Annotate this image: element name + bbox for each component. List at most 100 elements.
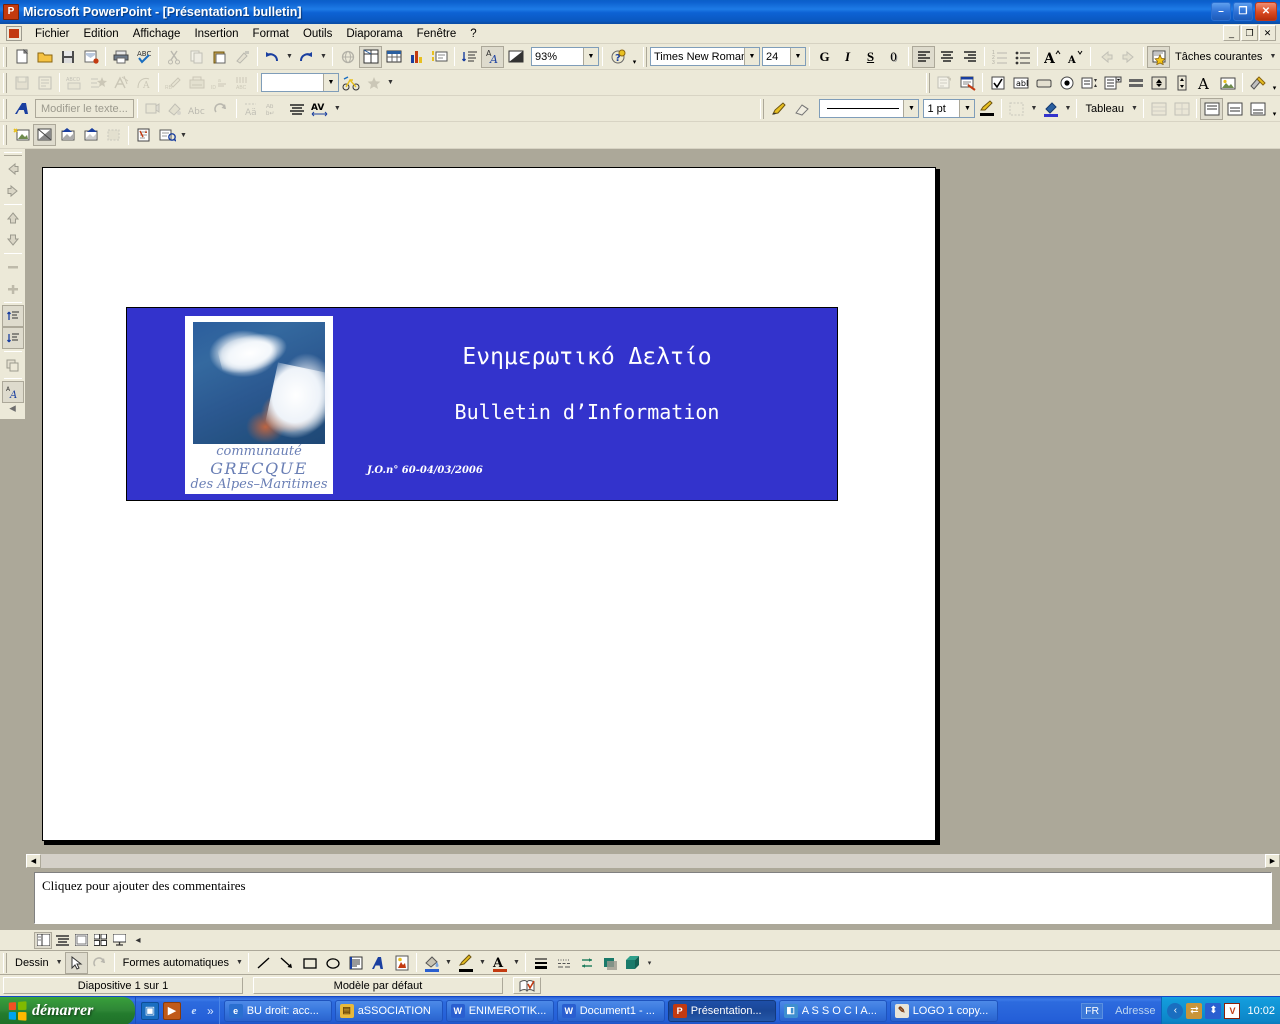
outline-view-icon[interactable] (53, 932, 71, 949)
scroll-icon[interactable] (1170, 72, 1193, 94)
grayscale-icon[interactable] (504, 46, 527, 68)
bold-button[interactable]: G (813, 46, 836, 68)
merge-cells-icon[interactable] (1147, 98, 1170, 120)
formatting-toolbar-grip[interactable] (643, 46, 647, 67)
tables-toolbar-grip[interactable] (760, 98, 765, 119)
zoom-dropdown-arrow[interactable]: ▼ (583, 48, 598, 65)
menu-item-edition[interactable]: Edition (77, 26, 126, 42)
wrap-text-icon[interactable]: Ab b↵ (263, 98, 286, 120)
button-icon[interactable] (1032, 72, 1055, 94)
mail-icon[interactable] (79, 46, 102, 68)
shading-icon[interactable] (1039, 98, 1062, 120)
vertical-toolbar-overflow[interactable]: ◂ (2, 400, 24, 415)
dash-style-icon[interactable] (552, 952, 575, 974)
expand-all-icon[interactable] (1, 327, 24, 349)
edit-text-button[interactable]: Modifier le texte... (35, 99, 134, 118)
free-rotate-icon[interactable] (88, 952, 111, 974)
save-icon[interactable] (56, 46, 79, 68)
save-view-icon[interactable] (10, 72, 33, 94)
toolbar-grip[interactable] (3, 46, 7, 67)
line-icon[interactable] (252, 952, 275, 974)
abc-bars-icon[interactable]: ABC (231, 72, 254, 94)
align-bottom-icon[interactable] (1246, 98, 1269, 120)
doc-minimize-button[interactable]: _ (1223, 25, 1240, 41)
task-button[interactable]: ▤ aSSOCIATION (334, 999, 443, 1022)
bike-icon[interactable] (339, 72, 362, 94)
properties-icon[interactable] (933, 72, 956, 94)
menu-item-aide[interactable]: ? (463, 26, 483, 42)
reviewing-toolbar-grip[interactable] (3, 72, 7, 93)
task-button-active[interactable]: P Présentation... (667, 999, 776, 1022)
fill-color-icon[interactable] (420, 952, 443, 974)
arrow-style-icon[interactable] (575, 952, 598, 974)
print-icon[interactable] (109, 46, 132, 68)
id-icon[interactable]: ID a (208, 72, 231, 94)
line-weight-arrow[interactable]: ▼ (959, 100, 975, 117)
recolor-icon[interactable] (132, 124, 155, 146)
wordart-icon[interactable]: A (132, 72, 155, 94)
prev-icon[interactable] (2, 158, 24, 180)
vertical-toolbar-grip[interactable] (3, 152, 22, 156)
textbox-icon[interactable]: abl (1009, 72, 1032, 94)
scroll-left-arrow[interactable]: ◀ (26, 854, 41, 868)
color-image-icon[interactable] (33, 124, 56, 146)
slide-horizontal-scrollbar[interactable]: ◀ ▶ (26, 853, 1280, 868)
spelling-status-icon[interactable] (513, 977, 541, 994)
menu-item-diaporama[interactable]: Diaporama (339, 26, 409, 42)
collapse-all-icon[interactable] (1, 305, 24, 327)
eraser-icon[interactable] (790, 98, 813, 120)
line-style-arrow[interactable]: ▼ (903, 100, 919, 117)
abc-spell-icon[interactable]: Abc (187, 98, 210, 120)
image-icon[interactable] (1216, 72, 1239, 94)
chevron-left-icon[interactable]: ‹ (1167, 1002, 1184, 1019)
font-name-dropdown-arrow[interactable]: ▼ (744, 48, 759, 65)
picture-toolbar-grip[interactable] (3, 125, 7, 145)
border-color-icon[interactable] (975, 98, 998, 120)
redo-icon[interactable] (295, 46, 318, 68)
up-icon[interactable] (2, 207, 24, 229)
table-icon[interactable] (382, 46, 405, 68)
controls-toolbar-grip[interactable] (926, 72, 930, 93)
style-combo-arrow[interactable]: ▼ (323, 74, 338, 91)
task-button[interactable]: ◧ A S S O C I A... (778, 999, 887, 1022)
rectangle-icon[interactable] (298, 952, 321, 974)
rb-pen-icon[interactable]: RB (162, 72, 185, 94)
line-color-icon[interactable] (454, 952, 477, 974)
start-button[interactable]: démarrer (0, 996, 135, 1024)
format-picture-icon[interactable] (155, 124, 178, 146)
autoshapes-menu-arrow[interactable]: ▼ (234, 952, 245, 974)
draw-menu-label[interactable]: Dessin (10, 957, 54, 969)
wordart-toolbar-grip[interactable] (3, 98, 7, 119)
picture-toolbar-overflow[interactable]: ▼ (178, 124, 189, 146)
line-color-arrow[interactable]: ▼ (477, 952, 488, 974)
label-icon[interactable]: A (1193, 72, 1216, 94)
drawing-toolbar-overflow[interactable]: ▾ (644, 952, 655, 974)
network-icon[interactable]: ⇄ (1186, 1002, 1203, 1019)
menu-item-insertion[interactable]: Insertion (187, 26, 245, 42)
fill-color-arrow[interactable]: ▼ (443, 952, 454, 974)
collapse-icon[interactable] (2, 256, 24, 278)
task-button[interactable]: e BU droit: acc... (223, 999, 332, 1022)
menu-item-format[interactable]: Format (246, 26, 296, 42)
font-color-arrow[interactable]: ▼ (511, 952, 522, 974)
hyperlink-icon[interactable] (336, 46, 359, 68)
abc-translate-icon[interactable]: ABCD (63, 72, 86, 94)
align-top-icon[interactable] (1200, 97, 1223, 120)
language-indicator[interactable]: FR (1081, 1002, 1104, 1019)
menu-item-outils[interactable]: Outils (296, 26, 339, 42)
task-button[interactable]: ✎ LOGO 1 copy... (889, 999, 998, 1022)
insert-clipart-icon[interactable] (390, 952, 413, 974)
insert-picture-icon[interactable] (10, 124, 33, 146)
doc-close-button[interactable]: ✕ (1259, 25, 1276, 41)
borders-icon[interactable] (1005, 98, 1028, 120)
tasks-dropdown-arrow[interactable]: ▼ (1267, 46, 1278, 68)
toggle-icon[interactable] (1124, 72, 1147, 94)
outline-view-icon[interactable] (33, 72, 56, 94)
down-icon[interactable] (2, 229, 24, 251)
zoom-combo[interactable]: 93% ▼ (531, 47, 599, 66)
increase-font-icon[interactable]: A (1041, 46, 1064, 68)
draw-menu-arrow[interactable]: ▼ (54, 952, 65, 974)
oval-icon[interactable] (321, 952, 344, 974)
more-contrast-icon[interactable] (56, 124, 79, 146)
italic-button[interactable]: I (836, 46, 859, 68)
